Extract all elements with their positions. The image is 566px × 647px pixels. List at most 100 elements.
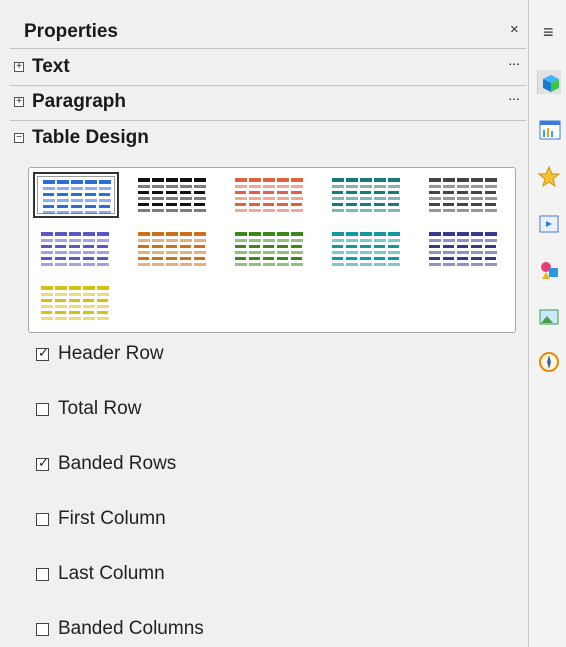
table-style-preview-row (41, 286, 109, 290)
panel-title: Properties (24, 21, 118, 42)
sidebar-deck: ≡ (528, 0, 566, 647)
checkmark-icon: ✓ (38, 455, 49, 470)
section-table-design[interactable]: − Table Design (0, 124, 528, 156)
table-style-swatch[interactable] (227, 172, 313, 218)
table-style-preview-row (429, 239, 497, 242)
section-text[interactable]: + Text ··· (0, 53, 528, 85)
close-icon[interactable]: × (510, 21, 519, 38)
navigator-slides-icon[interactable] (537, 212, 561, 236)
table-style-preview-row (43, 187, 111, 190)
properties-panel: Properties × + Text ··· + Paragraph ··· … (0, 0, 528, 647)
shapes-icon[interactable] (537, 258, 561, 282)
table-style-preview-row (41, 239, 109, 242)
table-style-preview-row (429, 257, 497, 260)
checkbox[interactable] (36, 623, 49, 636)
table-style-preview-row (138, 178, 206, 182)
gallery-star-icon[interactable] (537, 165, 561, 189)
table-style-preview-row (138, 185, 206, 188)
table-style-preview-row (138, 257, 206, 260)
table-style-preview-row (235, 257, 303, 260)
option-label: Banded Rows (58, 453, 177, 474)
table-style-preview-row (235, 209, 303, 212)
table-style-preview-row (41, 257, 109, 260)
styles-chart-icon[interactable] (537, 118, 561, 142)
divider (10, 48, 526, 49)
collapse-icon[interactable]: − (14, 133, 24, 143)
checkbox[interactable] (36, 403, 49, 416)
option-header-row[interactable]: ✓ Header Row (36, 343, 436, 369)
table-style-preview-row (41, 311, 109, 314)
section-label: Table Design (32, 127, 149, 148)
table-style-preview-row (138, 245, 206, 248)
section-label: Text (32, 56, 70, 77)
option-label: Banded Columns (58, 618, 204, 639)
table-style-preview (429, 178, 497, 215)
table-style-swatch[interactable] (33, 172, 119, 218)
checkbox[interactable]: ✓ (36, 345, 49, 361)
option-label: First Column (58, 508, 166, 529)
table-style-preview-row (235, 232, 303, 236)
table-style-swatch[interactable] (130, 172, 216, 218)
table-style-preview-row (429, 191, 497, 194)
table-style-preview-row (138, 239, 206, 242)
table-style-preview-row (138, 209, 206, 212)
image-icon[interactable] (537, 305, 561, 329)
table-style-swatch[interactable] (421, 226, 507, 272)
table-style-preview-row (41, 245, 109, 248)
table-style-preview (43, 180, 111, 217)
divider (10, 85, 526, 86)
option-first-column[interactable]: First Column (36, 508, 436, 534)
table-style-swatch[interactable] (421, 172, 507, 218)
table-style-swatch[interactable] (227, 226, 313, 272)
table-style-preview-row (332, 178, 400, 182)
table-style-preview-row (43, 205, 111, 208)
option-banded-rows[interactable]: ✓ Banded Rows (36, 453, 436, 479)
navigator-compass-icon[interactable] (537, 350, 561, 374)
table-style-preview-row (332, 185, 400, 188)
table-style-swatch[interactable] (324, 172, 410, 218)
properties-cube-icon[interactable] (537, 70, 561, 94)
table-style-preview-row (41, 293, 109, 296)
table-style-preview (138, 232, 206, 269)
table-style-preview-row (138, 232, 206, 236)
divider (10, 120, 526, 121)
table-style-preview-row (138, 197, 206, 200)
table-style-preview-row (41, 299, 109, 302)
panel-titlebar: Properties × (0, 14, 528, 48)
table-style-preview-row (235, 251, 303, 254)
hamburger-menu-icon[interactable]: ≡ (543, 22, 554, 43)
table-style-preview (138, 178, 206, 215)
table-style-swatch[interactable] (33, 280, 119, 326)
option-last-column[interactable]: Last Column (36, 563, 436, 589)
option-total-row[interactable]: Total Row (36, 398, 436, 424)
table-style-swatch[interactable] (33, 226, 119, 272)
table-style-swatch[interactable] (324, 226, 410, 272)
table-style-preview-row (138, 191, 206, 194)
option-banded-columns[interactable]: Banded Columns (36, 618, 436, 644)
table-style-preview-row (429, 263, 497, 266)
checkbox[interactable]: ✓ (36, 455, 49, 471)
table-style-preview-row (332, 232, 400, 236)
table-style-preview-row (332, 245, 400, 248)
table-style-preview (429, 232, 497, 269)
table-style-preview-row (138, 251, 206, 254)
table-style-swatch[interactable] (130, 226, 216, 272)
table-style-preview (235, 232, 303, 269)
expand-icon[interactable]: + (14, 62, 24, 72)
table-style-gallery (28, 167, 516, 333)
expand-icon[interactable]: + (14, 97, 24, 107)
section-paragraph[interactable]: + Paragraph ··· (0, 88, 528, 120)
table-style-preview-row (41, 232, 109, 236)
option-label: Total Row (58, 398, 142, 419)
table-style-preview-row (332, 251, 400, 254)
checkbox[interactable] (36, 568, 49, 581)
option-label: Last Column (58, 563, 165, 584)
table-style-preview-row (429, 245, 497, 248)
table-style-preview-row (43, 193, 111, 196)
checkbox[interactable] (36, 513, 49, 526)
section-label: Paragraph (32, 91, 126, 112)
option-label: Header Row (58, 343, 164, 364)
table-style-preview-row (138, 203, 206, 206)
more-options-icon[interactable]: ··· (508, 90, 520, 106)
more-options-icon[interactable]: ··· (508, 55, 520, 71)
